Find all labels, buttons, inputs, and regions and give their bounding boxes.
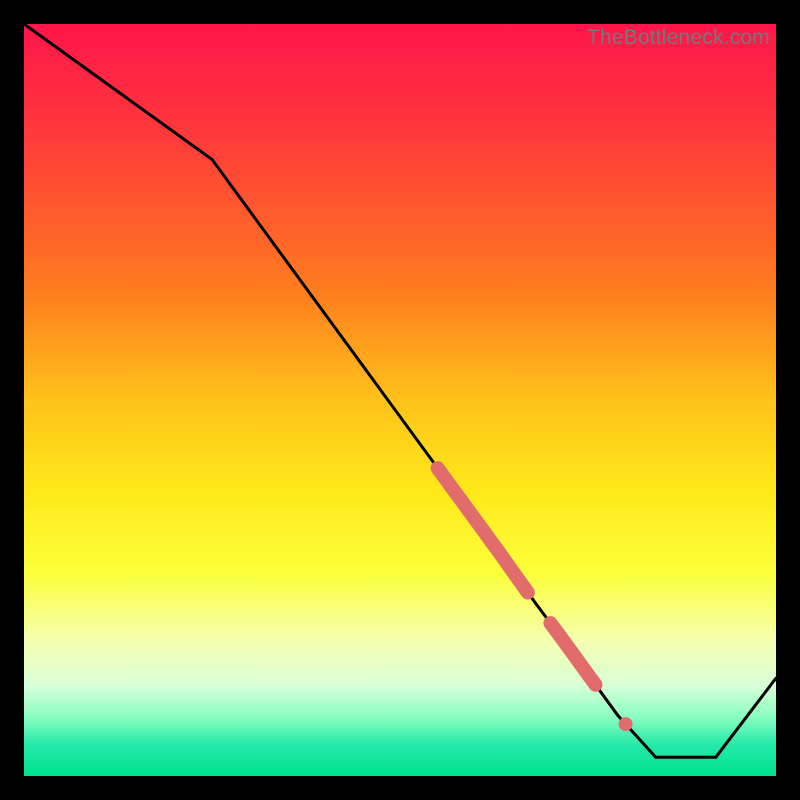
highlight-segment-1 <box>438 468 528 592</box>
highlight-segment-2 <box>550 623 595 685</box>
chart-frame: TheBottleneck.com <box>0 0 800 800</box>
highlight-dot <box>619 717 633 731</box>
bottleneck-curve <box>24 24 776 776</box>
curve-path <box>24 24 776 757</box>
plot-area: TheBottleneck.com <box>24 24 776 776</box>
